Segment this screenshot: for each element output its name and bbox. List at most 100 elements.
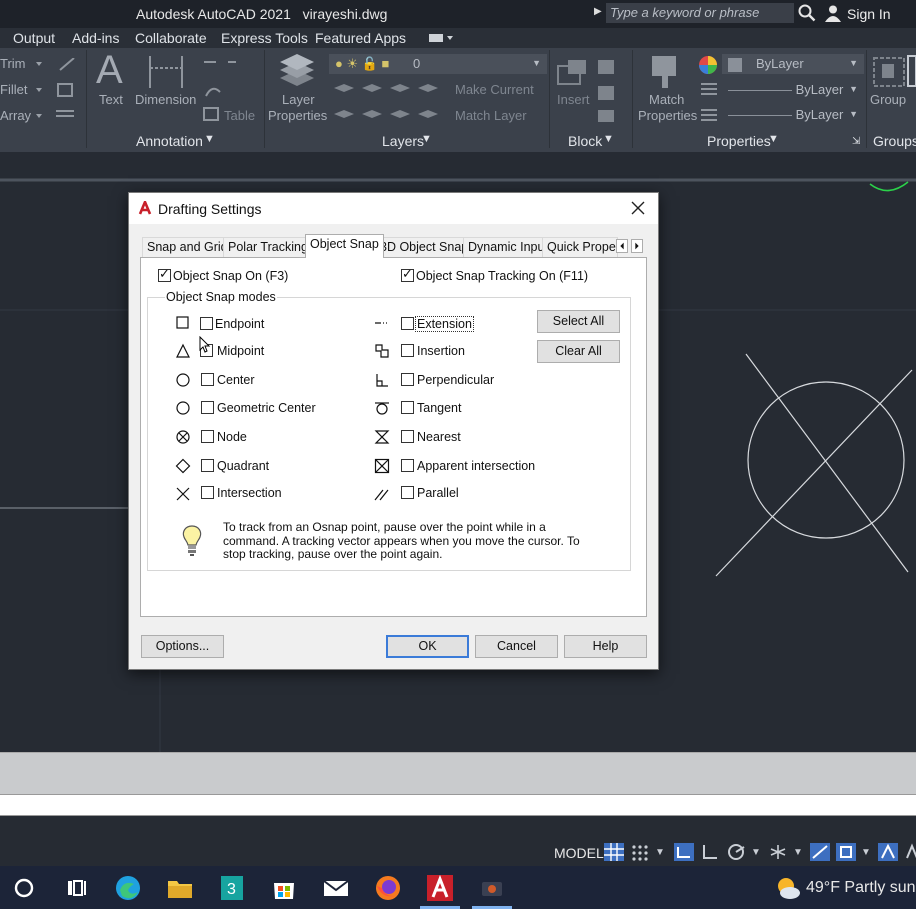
- options-button[interactable]: Options...: [141, 635, 224, 658]
- polar-dropdown-icon[interactable]: ▼: [751, 847, 761, 858]
- command-line[interactable]: [0, 794, 916, 816]
- object-snap-tracking-checkbox[interactable]: [401, 267, 414, 282]
- center-label[interactable]: Center: [217, 373, 255, 387]
- annotation-panel-title[interactable]: Annotation: [136, 133, 203, 149]
- weather-icon[interactable]: [774, 874, 802, 902]
- apparent-intersection-label[interactable]: Apparent intersection: [417, 459, 535, 473]
- text-icon[interactable]: A: [96, 48, 123, 93]
- linetype-combo[interactable]: ByLayer ▼: [722, 80, 864, 100]
- tab-3d-object-snap[interactable]: 3D Object Snap: [375, 237, 474, 257]
- dialog-title-bar[interactable]: Drafting Settings: [129, 193, 658, 224]
- fillet-button[interactable]: Fillet: [0, 82, 27, 97]
- tab-scroll-left-icon[interactable]: [616, 239, 628, 253]
- help-button[interactable]: Help: [564, 635, 647, 658]
- tab-featured-apps[interactable]: Featured Apps: [315, 30, 406, 46]
- geometric-center-checkbox[interactable]: [201, 401, 214, 414]
- tab-polar-tracking[interactable]: Polar Tracking: [223, 237, 313, 257]
- firefox-icon[interactable]: [374, 874, 402, 902]
- insert-button[interactable]: Insert: [557, 92, 590, 107]
- parallel-label[interactable]: Parallel: [417, 486, 459, 500]
- block-panel-dropdown-icon[interactable]: ▼: [603, 133, 614, 145]
- object-snap-dropdown-icon[interactable]: ▼: [861, 847, 871, 858]
- linetype-icons[interactable]: [700, 80, 718, 130]
- isodraft-icon[interactable]: [768, 843, 788, 861]
- annotation-panel-dropdown-icon[interactable]: ▼: [204, 133, 215, 145]
- snap-mode-icon[interactable]: [630, 843, 650, 861]
- properties-launcher-icon[interactable]: ⇲: [852, 136, 860, 147]
- insert-block-icon[interactable]: [556, 58, 592, 90]
- infer-constraints-icon[interactable]: [674, 843, 694, 861]
- color-wheel-icon[interactable]: [698, 55, 718, 75]
- object-snap-tracking-icon[interactable]: [810, 843, 830, 861]
- tab-object-snap[interactable]: Object Snap: [305, 234, 384, 258]
- isodraft-dropdown-icon[interactable]: ▼: [793, 847, 803, 858]
- quadrant-label[interactable]: Quadrant: [217, 459, 269, 473]
- edge-icon[interactable]: [114, 874, 142, 902]
- node-checkbox[interactable]: [201, 430, 214, 443]
- text-button[interactable]: Text: [99, 92, 123, 107]
- tab-express-tools[interactable]: Express Tools: [221, 30, 308, 46]
- endpoint-checkbox[interactable]: [200, 317, 213, 330]
- layer-properties-icon[interactable]: [276, 54, 318, 90]
- polar-tracking-icon[interactable]: [726, 843, 746, 861]
- ok-button[interactable]: OK: [386, 635, 469, 658]
- file-explorer-icon[interactable]: [166, 874, 194, 902]
- 3ds-max-icon[interactable]: 3: [218, 874, 246, 902]
- search-icon[interactable]: [798, 4, 816, 22]
- nearest-checkbox[interactable]: [401, 430, 414, 443]
- groups-panel-title[interactable]: Groups: [873, 133, 916, 149]
- grid-icon[interactable]: [604, 843, 624, 861]
- intersection-label[interactable]: Intersection: [217, 486, 282, 500]
- user-icon[interactable]: [824, 4, 842, 22]
- nearest-label[interactable]: Nearest: [417, 430, 461, 444]
- cancel-button[interactable]: Cancel: [475, 635, 558, 658]
- search-expand-icon[interactable]: ▶: [594, 6, 602, 17]
- dimension-button[interactable]: Dimension: [135, 92, 196, 107]
- quadrant-checkbox[interactable]: [201, 459, 214, 472]
- insertion-checkbox[interactable]: [401, 344, 414, 357]
- endpoint-label[interactable]: Endpoint: [215, 317, 264, 331]
- apparent-intersection-checkbox[interactable]: [401, 459, 414, 472]
- weather-text[interactable]: 49°F Partly sunn: [806, 879, 916, 897]
- center-checkbox[interactable]: [201, 373, 214, 386]
- tab-output[interactable]: Output: [13, 30, 55, 46]
- object-snap-tracking-label[interactable]: Object Snap Tracking On (F11): [416, 269, 588, 283]
- task-view-icon[interactable]: [62, 874, 90, 902]
- block-tools-icon[interactable]: [594, 56, 624, 126]
- node-label[interactable]: Node: [217, 430, 247, 444]
- layer-combo[interactable]: ● ☀ 🔓 ■ 0 ▼: [329, 54, 547, 74]
- object-snap-on-checkbox[interactable]: [158, 267, 171, 282]
- properties-panel-title[interactable]: Properties: [707, 133, 771, 149]
- perpendicular-label[interactable]: Perpendicular: [417, 373, 494, 387]
- model-space-button[interactable]: MODEL: [554, 845, 604, 861]
- tab-scroll-right-icon[interactable]: [631, 239, 643, 253]
- perpendicular-checkbox[interactable]: [401, 373, 414, 386]
- layers-panel-dropdown-icon[interactable]: ▼: [421, 133, 432, 145]
- color-combo[interactable]: ByLayer ▼: [722, 54, 864, 74]
- cortana-icon[interactable]: [10, 874, 38, 902]
- dimension-icon[interactable]: [144, 54, 188, 92]
- camera-app-icon[interactable]: [478, 874, 506, 902]
- tab-quick-properties[interactable]: Quick Propert: [542, 237, 618, 257]
- layers-panel-title[interactable]: Layers: [382, 133, 424, 149]
- clear-all-button[interactable]: Clear All: [537, 340, 620, 363]
- trim-button[interactable]: Trim: [0, 56, 26, 71]
- properties-panel-dropdown-icon[interactable]: ▼: [768, 133, 779, 145]
- close-icon[interactable]: [629, 199, 647, 217]
- sign-in-button[interactable]: Sign In: [847, 6, 891, 22]
- search-input[interactable]: Type a keyword or phrase: [606, 3, 794, 23]
- extension-checkbox[interactable]: [401, 317, 414, 330]
- tab-dynamic-input[interactable]: Dynamic Input: [463, 237, 553, 257]
- annotation-tools-icon[interactable]: [202, 56, 262, 126]
- snap-dropdown-icon[interactable]: ▼: [655, 847, 665, 858]
- tangent-label[interactable]: Tangent: [417, 401, 461, 415]
- group-icon[interactable]: [872, 54, 916, 90]
- match-properties-icon[interactable]: [650, 54, 684, 90]
- lineweight-combo[interactable]: ByLayer ▼: [722, 105, 864, 125]
- make-current-button[interactable]: Make Current: [455, 82, 534, 97]
- block-panel-title[interactable]: Block: [568, 133, 602, 149]
- extension-label[interactable]: Extension: [415, 316, 474, 332]
- annotation-visibility-icon[interactable]: [878, 843, 898, 861]
- object-snap-on-label[interactable]: Object Snap On (F3): [173, 269, 288, 283]
- parallel-checkbox[interactable]: [401, 486, 414, 499]
